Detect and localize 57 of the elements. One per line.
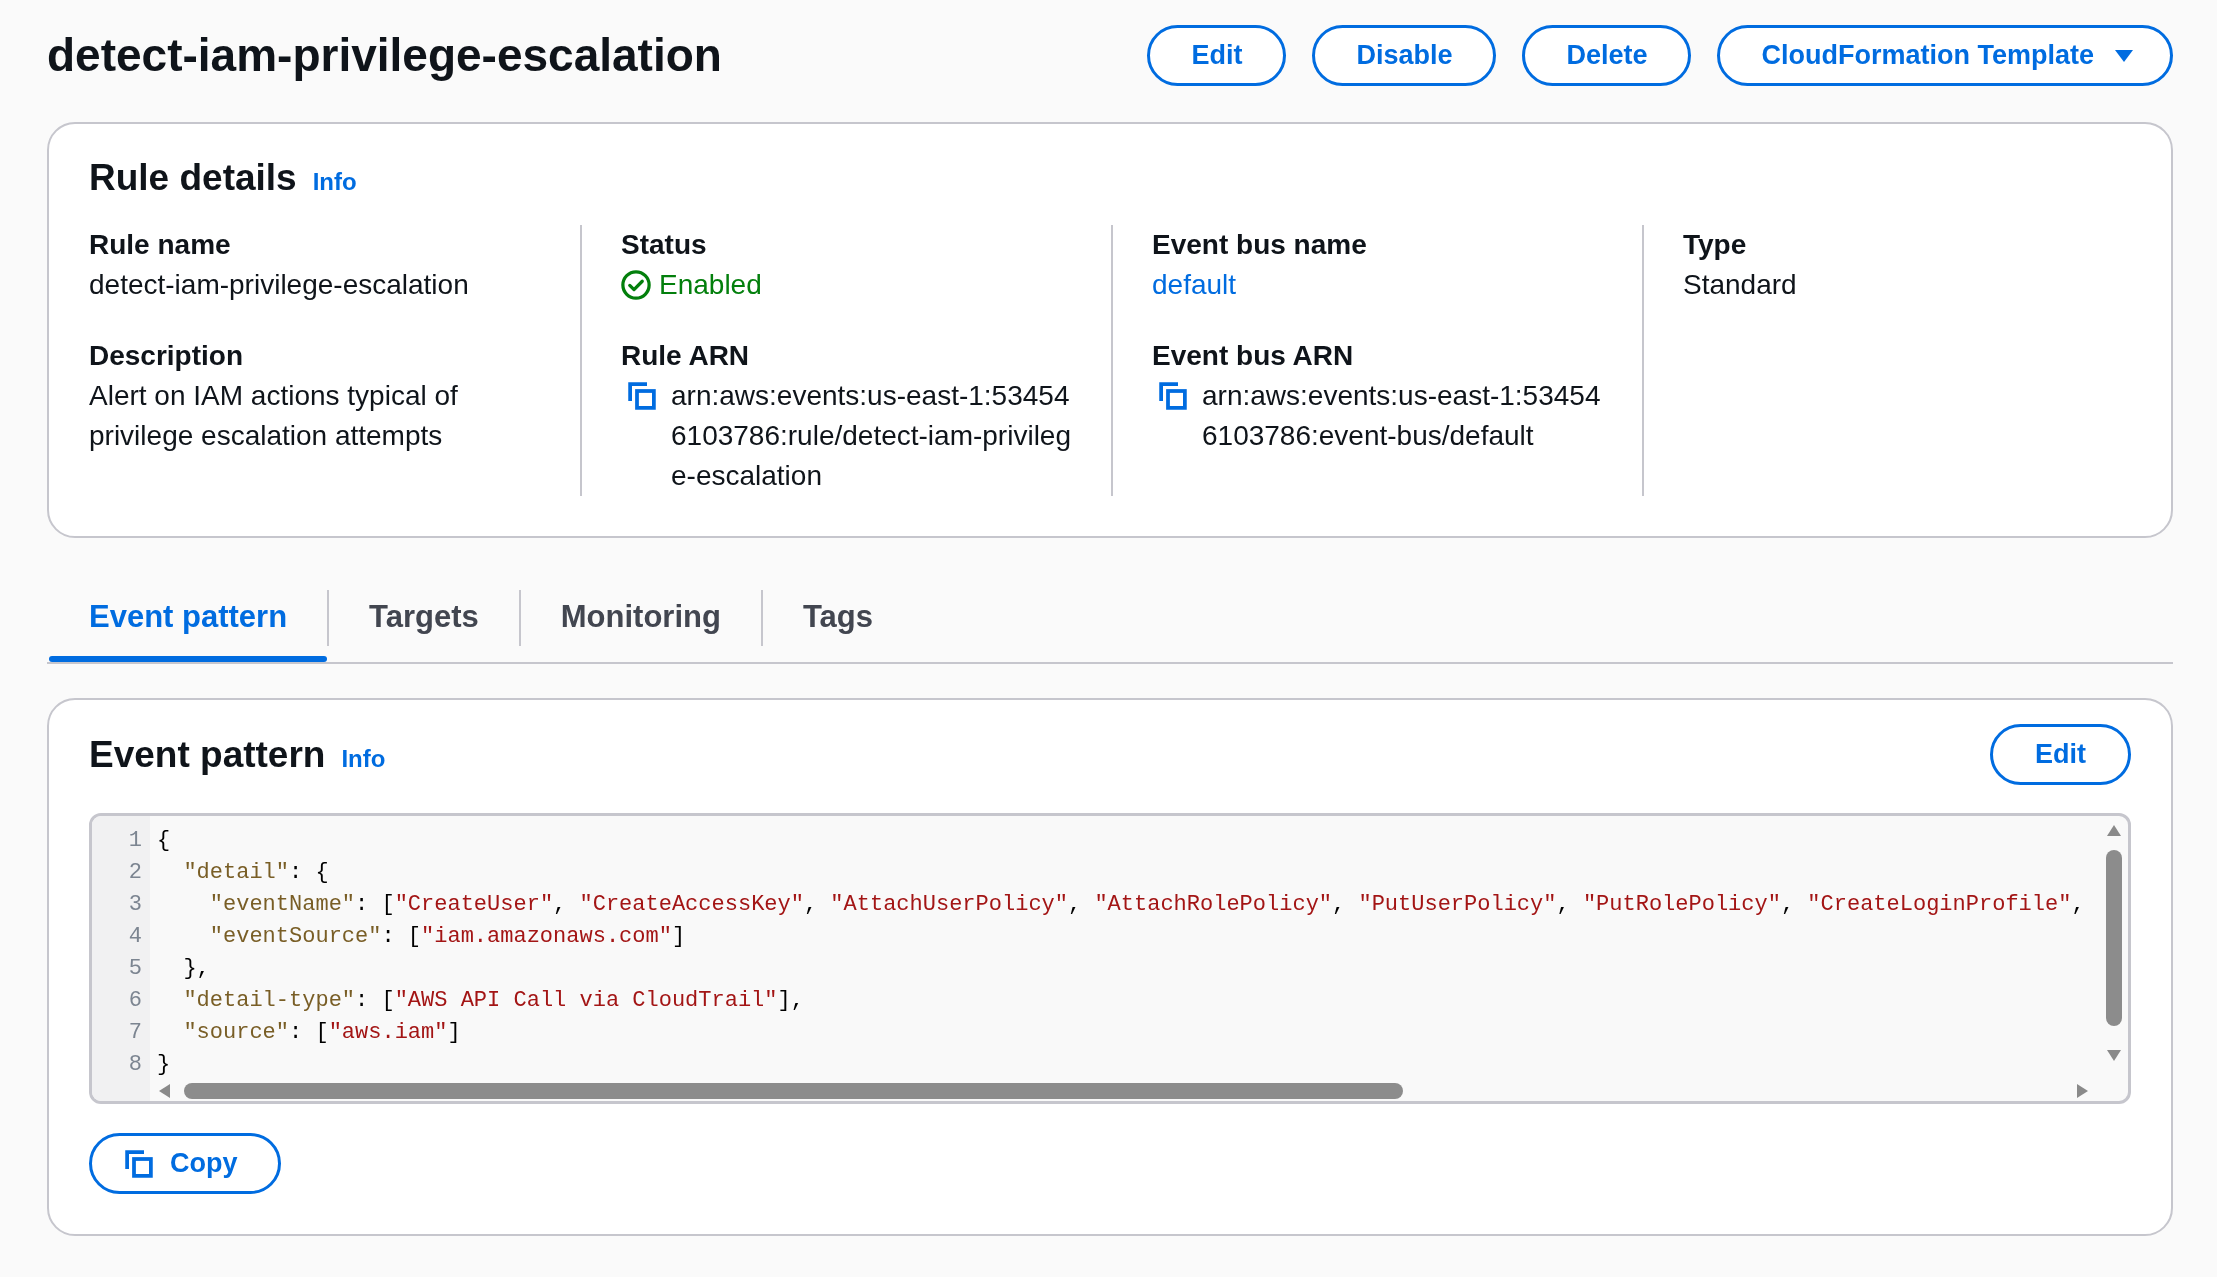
- line-number: 2: [128, 859, 142, 887]
- edit-button[interactable]: Edit: [1147, 25, 1287, 86]
- field-label: Status: [621, 228, 707, 262]
- edit-button[interactable]: Edit: [1990, 724, 2131, 785]
- field-label: Rule ARN: [621, 339, 750, 373]
- arn-text: arn:aws:events:us-east-1:534546103786:rule/detect-iam-privilege-escalation: [671, 379, 1072, 493]
- field-label: Event bus name: [1152, 228, 1367, 262]
- scrollbar-thumb[interactable]: [2106, 850, 2122, 1026]
- info-link[interactable]: Info: [341, 744, 386, 773]
- code-line: }: [157, 1051, 171, 1079]
- tab[interactable]: Event pattern: [49, 574, 328, 662]
- code-line: "eventSource": ["iam.amazonaws.com"]: [208, 923, 686, 951]
- code-editor[interactable]: [89, 813, 2131, 1104]
- page-title: detect-iam-privilege-escalation: [47, 28, 722, 83]
- line-number: 4: [128, 923, 142, 951]
- tab[interactable]: Targets: [329, 574, 519, 662]
- disable-button[interactable]: Disable: [1312, 25, 1497, 86]
- code-line: "source": ["aws.iam"]: [182, 1019, 461, 1047]
- field-label: Rule name: [89, 228, 231, 262]
- copy-icon: [124, 1148, 154, 1179]
- copy-button[interactable]: Copy: [89, 1133, 281, 1194]
- event-bus-link[interactable]: default: [1152, 265, 1237, 305]
- line-number: 1: [128, 827, 142, 855]
- field-value: Standard: [1683, 268, 1797, 302]
- code-line: {: [157, 827, 171, 855]
- copy-icon[interactable]: [627, 381, 657, 411]
- section-heading: Rule details: [89, 156, 297, 200]
- scroll-up-arrow-icon[interactable]: [2107, 825, 2121, 836]
- field-value: detect-iam-privilege-escalation: [89, 268, 469, 302]
- scrollbar-thumb[interactable]: [184, 1083, 1403, 1099]
- scroll-down-arrow-icon[interactable]: [2107, 1050, 2121, 1061]
- scroll-right-arrow-icon[interactable]: [2077, 1084, 2088, 1098]
- info-link[interactable]: Info: [312, 168, 357, 196]
- line-number: 6: [128, 987, 142, 1015]
- field-label: Event bus ARN: [1152, 339, 1354, 373]
- template-dropdown-button[interactable]: CloudFormation Template: [1717, 25, 2173, 86]
- field-value: Alert on IAM actions typical of privilege escalation attempts: [89, 379, 459, 453]
- tab[interactable]: Monitoring: [520, 574, 761, 662]
- tab[interactable]: Tags: [762, 574, 913, 662]
- code-line: "detail-type": ["AWS API Call via CloudTrail"],: [182, 987, 804, 1015]
- delete-button[interactable]: Delete: [1522, 25, 1692, 86]
- code-line: },: [182, 955, 210, 983]
- section-heading: Event pattern: [89, 732, 326, 777]
- field-label: Type: [1683, 228, 1747, 262]
- line-number: 5: [128, 955, 142, 983]
- code-line: "detail": {: [182, 859, 329, 887]
- copy-icon[interactable]: [1158, 381, 1188, 411]
- code-line: "eventName": ["CreateUser", "CreateAccessKey", "AttachUserPolicy", "AttachRolePolicy", "PutUserPolicy", "PutRolePolicy", "CreateLoginProfile",: [208, 891, 2085, 919]
- line-number: 8: [128, 1051, 142, 1079]
- line-number: 3: [128, 891, 142, 919]
- scroll-left-arrow-icon[interactable]: [159, 1084, 170, 1098]
- status-text: Enabled: [659, 268, 762, 302]
- arn-text: arn:aws:events:us-east-1:534546103786:event-bus/default: [1202, 379, 1602, 453]
- field-label: Description: [89, 339, 244, 373]
- caret-down-icon: [2114, 48, 2134, 63]
- line-number: 7: [128, 1019, 142, 1047]
- check-circle-icon: [621, 270, 651, 300]
